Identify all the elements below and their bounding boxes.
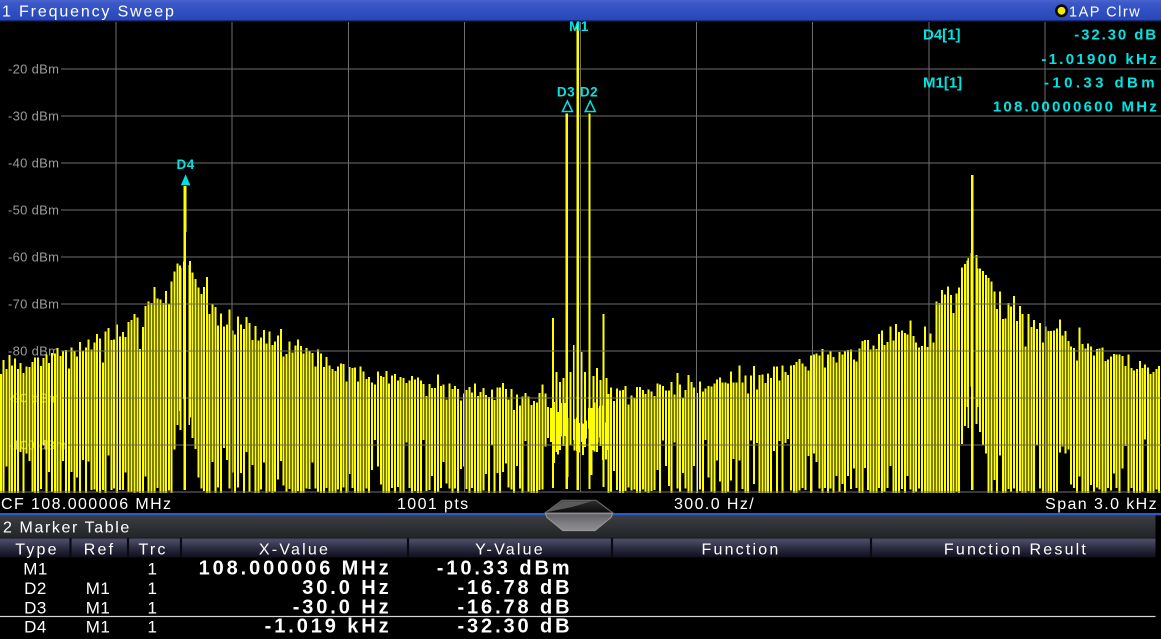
svg-text:1: 1	[148, 599, 158, 618]
svg-text:Function Result: Function Result	[944, 541, 1088, 558]
svg-text:D3: D3	[557, 85, 575, 100]
svg-text:D3: D3	[24, 599, 47, 618]
svg-text:D4: D4	[176, 157, 194, 172]
svg-text:Type: Type	[15, 541, 59, 558]
svg-text:Y-Value: Y-Value	[475, 541, 545, 558]
svg-text:1: 1	[148, 560, 158, 579]
svg-text:1: 1	[148, 617, 158, 636]
svg-text:-40 dBm: -40 dBm	[8, 156, 59, 171]
svg-text:M1: M1	[23, 560, 48, 579]
svg-text:2 Marker Table: 2 Marker Table	[3, 520, 131, 537]
svg-text:Ref: Ref	[84, 541, 116, 558]
svg-text:-32.30 dB: -32.30 dB	[1074, 27, 1158, 44]
svg-text:X-Value: X-Value	[259, 541, 330, 558]
svg-text:1001 pts: 1001 pts	[397, 496, 470, 513]
svg-text:300.0 Hz/: 300.0 Hz/	[674, 496, 755, 513]
svg-text:M1: M1	[86, 617, 111, 636]
svg-text:-30 dBm: -30 dBm	[8, 109, 59, 124]
svg-text:Trc: Trc	[138, 541, 167, 558]
svg-text:Span 3.0 kHz: Span 3.0 kHz	[1045, 496, 1158, 513]
svg-text:Function: Function	[702, 541, 781, 558]
svg-text:-10.33 dBm: -10.33 dBm	[1044, 75, 1158, 92]
svg-text:D2: D2	[580, 85, 598, 100]
svg-text:D2: D2	[24, 579, 47, 598]
svg-text:-20 dBm: -20 dBm	[8, 62, 59, 77]
svg-text:M1[1]: M1[1]	[923, 75, 962, 92]
svg-text:-60 dBm: -60 dBm	[8, 250, 59, 265]
svg-text:M1: M1	[86, 599, 111, 618]
svg-text:1: 1	[148, 579, 158, 598]
svg-text:-32.30 dB: -32.30 dB	[457, 615, 572, 637]
svg-text:108.00000600 MHz: 108.00000600 MHz	[993, 99, 1159, 116]
svg-text:-70 dBm: -70 dBm	[8, 297, 59, 312]
svg-text:1AP Clrw: 1AP Clrw	[1069, 5, 1141, 21]
svg-text:-1.01900 kHz: -1.01900 kHz	[1041, 51, 1159, 68]
svg-text:-1.019 kHz: -1.019 kHz	[265, 615, 392, 637]
svg-text:M1: M1	[569, 19, 589, 34]
svg-text:D4: D4	[24, 617, 47, 636]
svg-text:D4[1]: D4[1]	[923, 27, 961, 44]
svg-text:M1: M1	[86, 579, 111, 598]
svg-text:-50 dBm: -50 dBm	[8, 203, 59, 218]
svg-text:CF 108.000006 MHz: CF 108.000006 MHz	[1, 496, 172, 513]
svg-text:1 Frequency Sweep: 1 Frequency Sweep	[2, 4, 176, 21]
